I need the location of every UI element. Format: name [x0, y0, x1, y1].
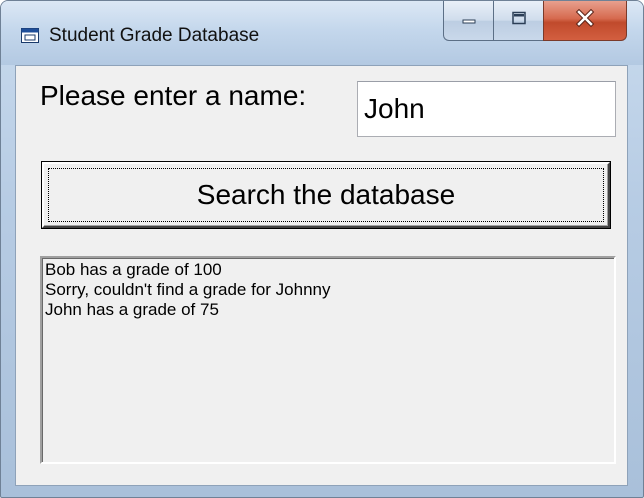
- minimize-button[interactable]: [443, 1, 493, 41]
- maximize-icon: [511, 11, 527, 30]
- app-window: Student Grade Database Please enter a na…: [0, 0, 644, 498]
- search-button-label: Search the database: [196, 179, 456, 210]
- result-line[interactable]: Sorry, couldn't find a grade for Johnny: [45, 280, 611, 300]
- minimize-icon: [461, 12, 477, 30]
- name-input[interactable]: [357, 81, 616, 137]
- result-line[interactable]: John has a grade of 75: [45, 300, 611, 320]
- close-icon: [575, 8, 595, 32]
- name-prompt-label: Please enter a name:: [40, 80, 307, 111]
- caption-buttons: [443, 1, 627, 41]
- app-window-icon[interactable]: [21, 28, 39, 43]
- title-bar[interactable]: Student Grade Database: [1, 1, 643, 65]
- form-client-area: Please enter a name: Search the database…: [15, 65, 628, 486]
- close-button[interactable]: [543, 1, 627, 41]
- results-listbox[interactable]: Bob has a grade of 100 Sorry, couldn't fi…: [40, 256, 616, 464]
- maximize-button[interactable]: [493, 1, 543, 41]
- window-title: Student Grade Database: [49, 25, 260, 46]
- search-button[interactable]: Search the database: [42, 162, 610, 228]
- result-line[interactable]: Bob has a grade of 100: [45, 260, 611, 280]
